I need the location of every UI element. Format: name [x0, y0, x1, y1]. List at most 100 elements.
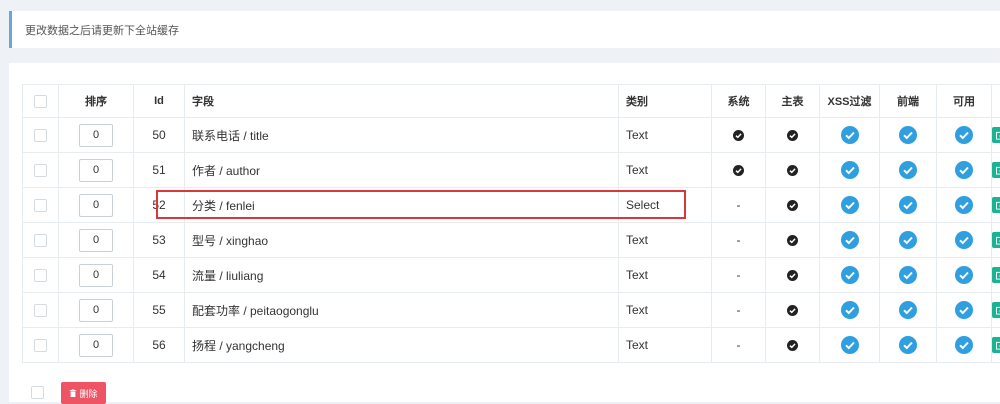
check-circle-blue-icon[interactable] [841, 336, 859, 354]
check-circle-blue-icon[interactable] [899, 266, 917, 284]
edit-button[interactable]: 修 [992, 232, 1000, 248]
row-checkbox[interactable] [34, 269, 47, 282]
system-dash: - [737, 233, 741, 247]
row-frontend[interactable] [880, 223, 937, 258]
table-row: 53型号 / xinghaoText-修 [23, 223, 1000, 258]
edit-button[interactable]: 修 [992, 302, 1000, 318]
check-circle-blue-icon[interactable] [899, 161, 917, 179]
select-all-cell[interactable] [23, 85, 59, 118]
check-circle-blue-icon[interactable] [899, 336, 917, 354]
row-checkbox[interactable] [34, 164, 47, 177]
edit-icon [996, 131, 1000, 140]
edit-button[interactable]: 修 [992, 197, 1000, 213]
row-enabled[interactable] [937, 328, 992, 363]
check-circle-blue-icon[interactable] [899, 196, 917, 214]
sort-input[interactable] [79, 159, 113, 182]
edit-button[interactable]: 修 [992, 337, 1000, 353]
row-id: 51 [134, 153, 185, 188]
row-select-cell[interactable] [23, 328, 59, 363]
header-frontend: 前端 [880, 85, 937, 118]
check-circle-blue-icon[interactable] [955, 336, 973, 354]
row-xss[interactable] [820, 293, 880, 328]
header-field: 字段 [185, 85, 619, 118]
row-field: 作者 / author [185, 153, 619, 188]
row-actions: 修 [992, 223, 1000, 258]
header-enabled: 可用 [937, 85, 992, 118]
row-actions: 修 [992, 188, 1000, 223]
sort-input[interactable] [79, 264, 113, 287]
row-xss[interactable] [820, 188, 880, 223]
row-checkbox[interactable] [34, 234, 47, 247]
row-xss[interactable] [820, 328, 880, 363]
delete-button[interactable]: 删除 [61, 382, 106, 404]
row-field: 配套功率 / peitaogonglu [185, 293, 619, 328]
row-frontend[interactable] [880, 153, 937, 188]
select-all-checkbox[interactable] [34, 95, 47, 108]
row-sort-cell [59, 223, 134, 258]
row-select-cell[interactable] [23, 223, 59, 258]
row-enabled[interactable] [937, 118, 992, 153]
row-xss[interactable] [820, 118, 880, 153]
header-sort[interactable]: 排序 [59, 85, 134, 118]
sort-input[interactable] [79, 194, 113, 217]
row-select-cell[interactable] [23, 188, 59, 223]
check-circle-blue-icon[interactable] [841, 196, 859, 214]
check-circle-blue-icon[interactable] [841, 126, 859, 144]
edit-button[interactable]: 修 [992, 162, 1000, 178]
check-circle-dark-icon [733, 130, 744, 141]
row-xss[interactable] [820, 153, 880, 188]
row-enabled[interactable] [937, 258, 992, 293]
check-circle-blue-icon[interactable] [955, 231, 973, 249]
row-select-cell[interactable] [23, 153, 59, 188]
row-select-cell[interactable] [23, 118, 59, 153]
row-checkbox[interactable] [34, 339, 47, 352]
footer-select-checkbox[interactable] [31, 386, 44, 399]
edit-button[interactable]: 修 [992, 127, 1000, 143]
delete-button-label: 删除 [79, 387, 97, 400]
row-frontend[interactable] [880, 258, 937, 293]
row-sort-cell [59, 293, 134, 328]
row-xss[interactable] [820, 258, 880, 293]
sort-input[interactable] [79, 299, 113, 322]
row-xss[interactable] [820, 223, 880, 258]
check-circle-blue-icon[interactable] [955, 266, 973, 284]
check-circle-blue-icon[interactable] [955, 161, 973, 179]
check-circle-blue-icon[interactable] [841, 301, 859, 319]
row-id: 53 [134, 223, 185, 258]
header-id[interactable]: Id [134, 85, 185, 118]
check-circle-blue-icon[interactable] [899, 301, 917, 319]
check-circle-blue-icon[interactable] [955, 301, 973, 319]
row-checkbox[interactable] [34, 199, 47, 212]
check-circle-blue-icon[interactable] [899, 126, 917, 144]
edit-icon [996, 306, 1000, 315]
edit-button[interactable]: 修 [992, 267, 1000, 283]
row-field: 流量 / liuliang [185, 258, 619, 293]
check-circle-blue-icon[interactable] [955, 196, 973, 214]
sort-input[interactable] [79, 334, 113, 357]
table-row: 54流量 / liuliangText-修 [23, 258, 1000, 293]
row-type: Text [619, 328, 712, 363]
check-circle-blue-icon[interactable] [899, 231, 917, 249]
row-enabled[interactable] [937, 188, 992, 223]
row-checkbox[interactable] [34, 129, 47, 142]
row-frontend[interactable] [880, 293, 937, 328]
row-system: - [712, 258, 766, 293]
check-circle-blue-icon[interactable] [841, 231, 859, 249]
sort-input[interactable] [79, 124, 113, 147]
row-enabled[interactable] [937, 223, 992, 258]
row-checkbox[interactable] [34, 304, 47, 317]
row-select-cell[interactable] [23, 258, 59, 293]
row-enabled[interactable] [937, 293, 992, 328]
table-row: 56扬程 / yangchengText-修 [23, 328, 1000, 363]
row-frontend[interactable] [880, 188, 937, 223]
row-main [766, 258, 820, 293]
row-frontend[interactable] [880, 328, 937, 363]
check-circle-blue-icon[interactable] [841, 161, 859, 179]
check-circle-blue-icon[interactable] [841, 266, 859, 284]
sort-input[interactable] [79, 229, 113, 252]
row-id: 50 [134, 118, 185, 153]
row-enabled[interactable] [937, 153, 992, 188]
row-frontend[interactable] [880, 118, 937, 153]
check-circle-blue-icon[interactable] [955, 126, 973, 144]
row-select-cell[interactable] [23, 293, 59, 328]
